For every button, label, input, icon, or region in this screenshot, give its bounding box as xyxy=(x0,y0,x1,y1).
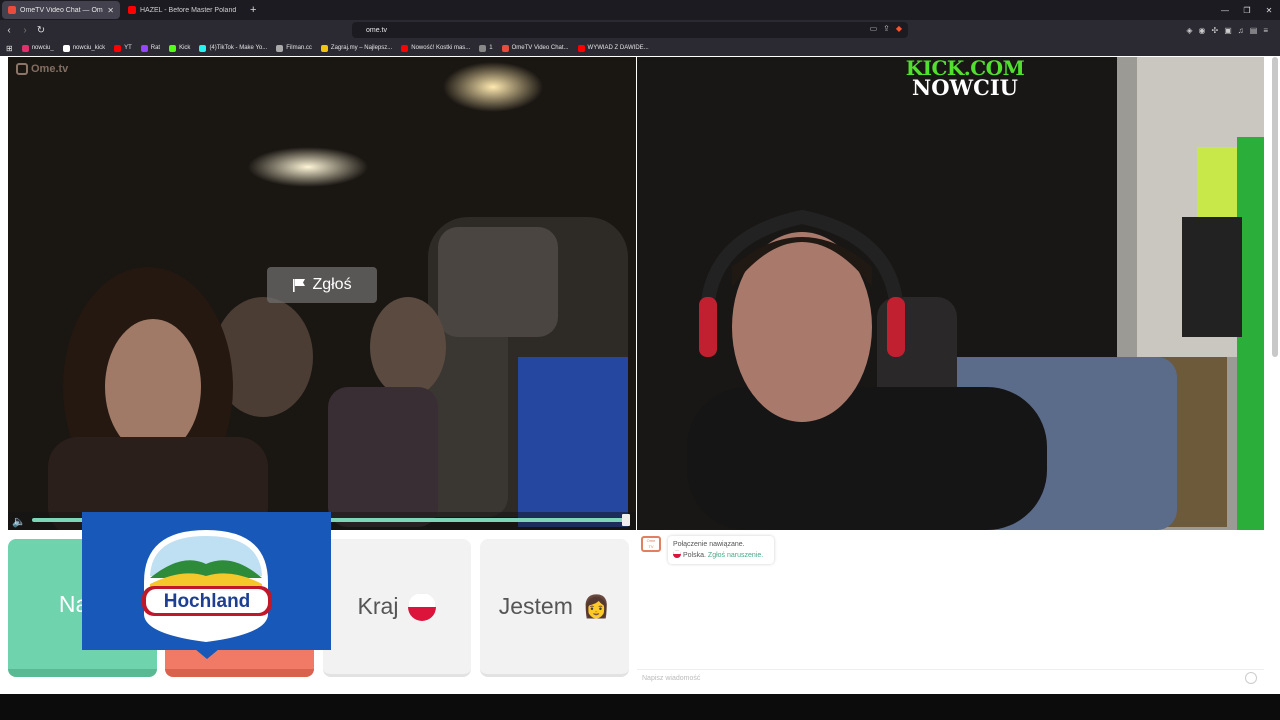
speaker-icon[interactable]: 🔈 xyxy=(12,515,26,528)
extension-icon[interactable]: ◈ xyxy=(1186,26,1192,35)
tab-title: HAZEL - Before Master Poland D xyxy=(140,6,238,14)
bookmark[interactable]: Filman.cc xyxy=(276,44,312,52)
report-abuse-link[interactable]: Zgłoś naruszenie. xyxy=(708,552,763,559)
back-icon[interactable]: ‹ xyxy=(2,25,16,36)
ometv-chat-icon: Ome TV xyxy=(641,536,661,552)
bottom-bar xyxy=(0,694,1280,720)
extension-icon[interactable]: ◉ xyxy=(1199,26,1206,35)
ometv-favicon-icon xyxy=(8,6,16,14)
poland-flag-icon xyxy=(408,592,437,621)
bookmark[interactable]: Rat xyxy=(140,44,160,52)
report-button[interactable]: Zgłoś xyxy=(267,267,377,303)
bookmark[interactable]: YT xyxy=(114,44,132,52)
bookmark[interactable]: OmeTV Video Chat... xyxy=(501,44,569,52)
bookmark[interactable]: WYWIAD Z DAWIDE... xyxy=(577,44,649,52)
self-video-frame xyxy=(637,57,1264,530)
stream-overlay-text: KICK.COM NOWCIU xyxy=(903,58,1027,98)
ad-tagline: To jest pyszne! xyxy=(164,621,250,635)
tab-youtube[interactable]: HAZEL - Before Master Poland D xyxy=(122,1,244,19)
toolbar-icons: ◈ ◉ ✣ ▣ ♫ ▤ ≡ xyxy=(1186,22,1268,38)
close-window-icon[interactable]: ✕ xyxy=(1258,6,1280,15)
url-text: ome.tv xyxy=(366,26,388,34)
flag-icon xyxy=(292,278,306,292)
bookmark[interactable]: 1 xyxy=(479,44,493,52)
url-bar[interactable]: ome.tv ▭ ⇪ ◆ xyxy=(352,22,908,38)
youtube-favicon-icon xyxy=(128,6,136,14)
sidebar-icon[interactable]: ▣ xyxy=(1224,26,1232,35)
tab-ometv[interactable]: OmeTV Video Chat — Omeg ✕ xyxy=(2,1,120,19)
partner-country: Polska. Zgłoś naruszenie. xyxy=(673,550,769,561)
ad-brand: Hochland xyxy=(164,591,251,612)
brave-shield-icon[interactable]: ◆ xyxy=(896,24,902,33)
puzzle-icon[interactable]: ✣ xyxy=(1212,26,1219,35)
bookmark[interactable]: Kick xyxy=(169,44,190,52)
bookmarks-bar: ⊞ nowciu_ nowciu_kick YT Rat Kick (4)Tik… xyxy=(0,40,1280,56)
tab-title: OmeTV Video Chat — Omeg xyxy=(20,6,104,14)
tv-icon xyxy=(16,63,28,75)
ometv-logo: Ome.tv xyxy=(16,63,68,75)
gender-select-button[interactable]: Jestem 👩 xyxy=(480,539,629,677)
message-input[interactable]: Napisz wiadomość xyxy=(637,669,1264,687)
bookmark[interactable]: Zagraj.my – Najlepsz... xyxy=(320,44,392,52)
share-icon[interactable]: ⇪ xyxy=(883,24,890,33)
poland-flag-icon xyxy=(673,550,681,558)
minimize-icon[interactable]: — xyxy=(1214,6,1236,15)
connection-status: Połączenie nawiązane. xyxy=(673,541,745,548)
wallet-icon[interactable]: ▤ xyxy=(1250,26,1258,35)
emoji-icon[interactable] xyxy=(1245,672,1257,684)
hochland-ad[interactable]: Hochland To jest pyszne! xyxy=(82,512,331,650)
volume-slider-handle[interactable] xyxy=(622,514,630,526)
tab-bar: OmeTV Video Chat — Omeg ✕ HAZEL - Before… xyxy=(0,0,1280,20)
self-video xyxy=(637,57,1264,530)
bookmark[interactable]: nowciu_ xyxy=(21,44,54,52)
apps-icon[interactable]: ⊞ xyxy=(6,44,13,53)
new-tab-icon[interactable]: + xyxy=(250,4,256,16)
hochland-logo: Hochland To jest pyszne! xyxy=(142,530,272,642)
woman-icon: 👩 xyxy=(582,593,611,619)
menu-icon[interactable]: ≡ xyxy=(1263,26,1268,35)
restore-icon[interactable]: ❐ xyxy=(1236,6,1258,15)
reload-icon[interactable]: ↻ xyxy=(34,25,48,36)
country-filter-button[interactable]: Kraj xyxy=(323,539,471,677)
bookmark[interactable]: (4)TikTok - Make Yo... xyxy=(199,44,267,52)
music-icon[interactable]: ♫ xyxy=(1238,26,1244,35)
reader-view-icon[interactable]: ▭ xyxy=(870,24,878,33)
system-message: Połączenie nawiązane. Polska. Zgłoś naru… xyxy=(668,536,774,564)
window-controls: — ❐ ✕ xyxy=(1214,0,1280,20)
bookmark[interactable]: nowciu_kick xyxy=(62,44,105,52)
page-scrollbar[interactable] xyxy=(1272,57,1278,357)
bookmark[interactable]: Nowość! Kostki mas... xyxy=(401,44,470,52)
close-tab-icon[interactable]: ✕ xyxy=(107,6,114,15)
forward-icon[interactable]: › xyxy=(18,25,32,36)
overlay-line-2: NOWCIU xyxy=(912,75,1018,100)
